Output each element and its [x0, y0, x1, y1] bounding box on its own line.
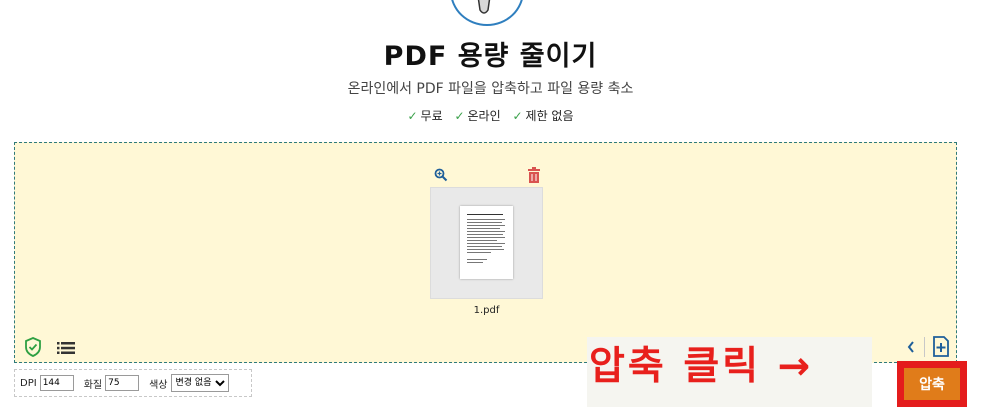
- page-title: PDF 용량 줄이기: [383, 41, 598, 72]
- list-icon[interactable]: [57, 341, 75, 355]
- app-logo: [450, 0, 524, 26]
- trash-icon[interactable]: [527, 167, 541, 183]
- annotation-text: 압축 클릭 →: [589, 344, 814, 389]
- compress-button[interactable]: 압축: [904, 368, 960, 400]
- dpi-label: DPI: [20, 377, 37, 389]
- feature-unlimited: ✓ 제한 없음: [512, 109, 574, 123]
- page-subtitle: 온라인에서 PDF 파일을 압축하고 파일 용량 축소: [347, 81, 634, 97]
- chevron-left-icon[interactable]: [906, 340, 916, 354]
- quality-label: 화질: [83, 379, 103, 391]
- color-label: 색상: [149, 379, 168, 391]
- pdf-page-preview: [460, 206, 513, 279]
- shield-check-icon[interactable]: [24, 337, 42, 357]
- add-file-icon[interactable]: [932, 336, 950, 357]
- compression-options: DPI 화질 색상 변경 없음: [14, 369, 252, 397]
- zoom-in-icon[interactable]: [434, 168, 448, 182]
- file-dropzone[interactable]: 1.pdf: [14, 142, 957, 363]
- pdf-compress-logo-icon: [477, 0, 491, 14]
- file-thumbnail[interactable]: [430, 187, 543, 299]
- color-select[interactable]: 변경 없음: [170, 374, 229, 392]
- check-icon: ✓: [512, 109, 523, 123]
- check-icon: ✓: [454, 109, 465, 123]
- toolbar-divider: [924, 337, 925, 357]
- quality-input[interactable]: [105, 375, 140, 391]
- feature-list: ✓ 무료 ✓ 온라인 ✓ 제한 없음: [0, 107, 981, 124]
- feature-free: ✓ 무료: [407, 109, 443, 123]
- dpi-input[interactable]: [39, 375, 74, 391]
- check-icon: ✓: [407, 109, 418, 123]
- file-name: 1.pdf: [473, 305, 500, 316]
- feature-online: ✓ 온라인: [454, 109, 501, 123]
